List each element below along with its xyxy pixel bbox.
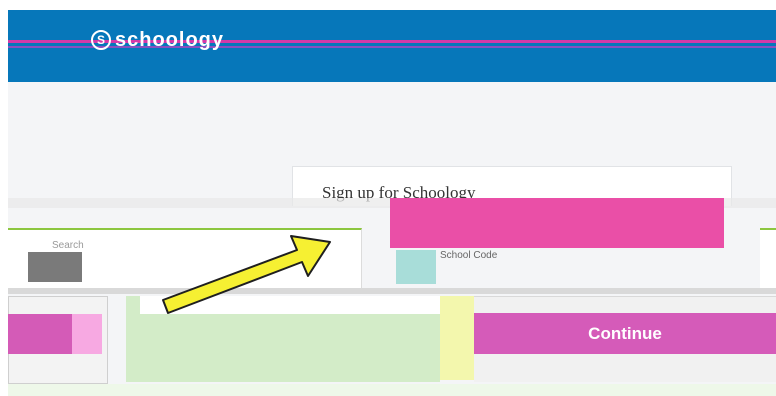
divider-band	[8, 288, 776, 294]
top-navigation-bar: S schoology	[8, 10, 776, 82]
bottom-band	[8, 384, 776, 396]
school-search-placeholder: Search	[52, 240, 84, 251]
highlighted-region	[390, 198, 724, 248]
right-input-edge[interactable]	[760, 228, 776, 288]
text-input-line[interactable]	[140, 296, 440, 314]
logo-wordmark: schoology	[115, 29, 225, 51]
left-pink-button[interactable]	[8, 314, 72, 354]
schoology-logo[interactable]: S schoology	[91, 29, 224, 51]
continue-button[interactable]: Continue	[474, 313, 776, 354]
search-thumbnail	[28, 252, 82, 282]
school-code-icon	[396, 250, 436, 284]
logo-mark-icon: S	[91, 30, 111, 50]
school-code-label: School Code	[440, 250, 498, 261]
highlight-strip	[440, 296, 474, 380]
left-pink-button-edge	[72, 314, 102, 354]
